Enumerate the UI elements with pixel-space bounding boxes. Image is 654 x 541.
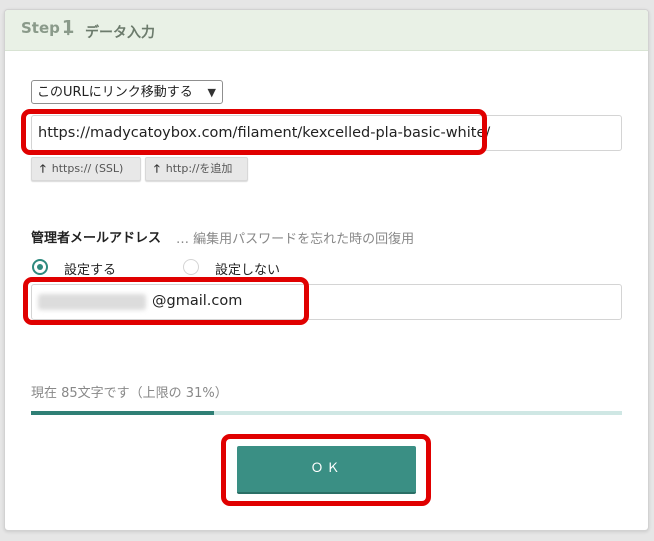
ok-button[interactable]: ＯＫ <box>237 446 416 494</box>
add-http-label: http://を追加 <box>165 162 233 175</box>
radio-set[interactable] <box>32 259 48 275</box>
character-counter: 現在 85文字です（上限の 31%） <box>31 386 228 401</box>
character-progress-fill <box>31 411 215 415</box>
link-mode-select[interactable]: このURLにリンク移動する ▼ <box>31 80 223 104</box>
arrow-up-icon: 🡑 <box>154 162 160 175</box>
radio-set-label[interactable]: 設定する <box>64 259 116 278</box>
url-input[interactable]: https://madycatoybox.com/filament/kexcel… <box>31 115 622 151</box>
radio-not-set-label[interactable]: 設定しない <box>215 259 280 278</box>
step-separator: ： <box>65 24 79 39</box>
data-entry-card: Step 1 ： データ入力 このURLにリンク移動する ▼ https://ma… <box>4 9 649 531</box>
step-title: データ入力 <box>85 25 155 41</box>
chevron-down-icon: ▼ <box>207 86 216 99</box>
add-https-button[interactable]: 🡑 https:// (SSL) <box>31 157 141 181</box>
add-https-label: https:// (SSL) <box>51 162 124 175</box>
admin-email-description: … 編集用パスワードを忘れた時の回復用 <box>176 232 415 247</box>
url-input-value: https://madycatoybox.com/filament/kexcel… <box>38 125 491 141</box>
step-header: Step 1 ： データ入力 <box>5 10 648 51</box>
step-word: Step <box>21 19 60 37</box>
email-input[interactable]: @gmail.com <box>31 284 622 320</box>
arrow-up-icon: 🡑 <box>40 162 46 175</box>
character-progress-bar <box>31 411 622 415</box>
email-username-blurred <box>38 294 146 310</box>
link-mode-selected-value: このURLにリンク移動する <box>37 85 193 100</box>
admin-email-label: 管理者メールアドレス <box>31 231 162 246</box>
radio-not-set[interactable] <box>183 259 199 275</box>
email-domain: @gmail.com <box>152 293 243 309</box>
add-http-button[interactable]: 🡑 http://を追加 <box>145 157 248 181</box>
